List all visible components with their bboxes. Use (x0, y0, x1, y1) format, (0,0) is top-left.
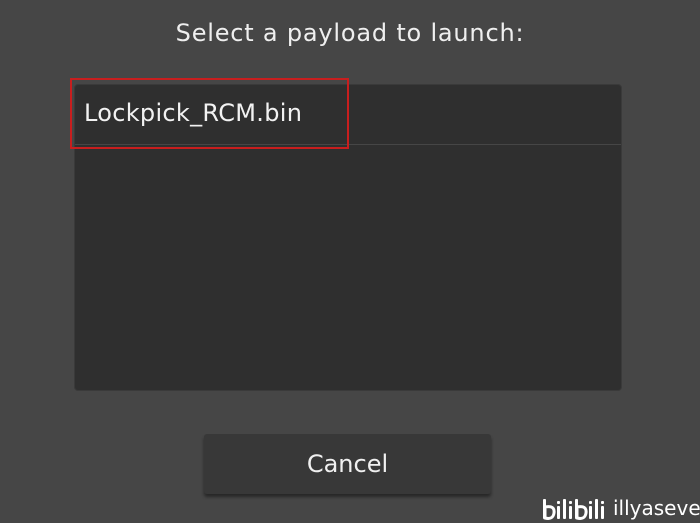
payload-list: Lockpick_RCM.bin (75, 85, 621, 390)
dialog-title: Select a payload to launch: (175, 19, 525, 47)
watermark-username: illyasever (613, 496, 700, 520)
bilibili-logo (543, 499, 604, 520)
payload-file-name: Lockpick_RCM.bin (84, 99, 303, 127)
cancel-button[interactable]: Cancel (204, 434, 491, 494)
watermark: illyasever (541, 495, 700, 523)
cancel-button-label: Cancel (306, 450, 389, 478)
payload-launcher-screen: { "dialog": { "title": "Select a payload… (0, 0, 700, 523)
payload-list-item[interactable]: Lockpick_RCM.bin (75, 85, 621, 145)
